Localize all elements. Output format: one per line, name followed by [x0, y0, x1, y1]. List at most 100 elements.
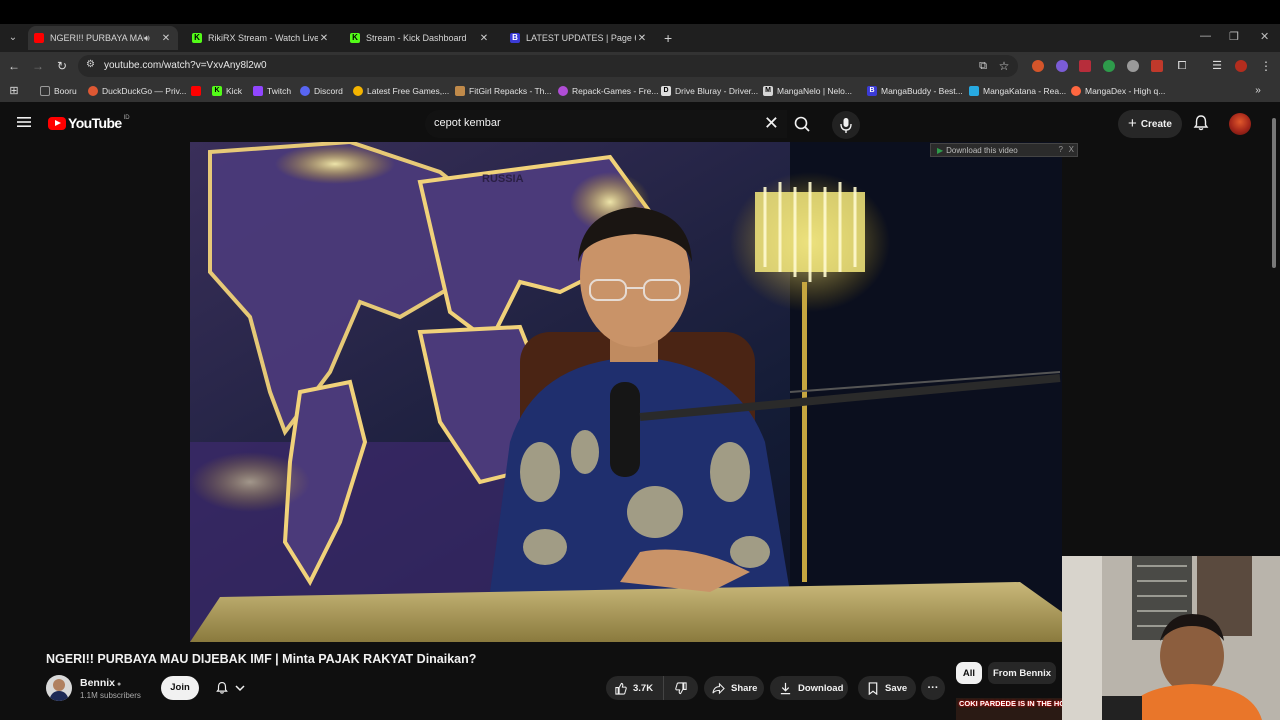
page-scrollbar[interactable]: [1272, 118, 1276, 268]
map-label-russia: RUSSIA: [482, 173, 524, 185]
bookmark-item[interactable]: M MangaNelo | Nelo...: [763, 84, 852, 98]
reload-icon[interactable]: ↻: [54, 58, 70, 74]
verified-check-icon: ●: [117, 681, 122, 688]
microphone-icon[interactable]: [832, 111, 860, 139]
drive-icon: D: [661, 86, 671, 96]
youtube-logo[interactable]: YouTube ID: [48, 115, 130, 131]
video-title: NGERI!! PURBAYA MAU DIJEBAK IMF | Minta …: [46, 652, 477, 666]
twitch-icon: [253, 86, 263, 96]
bookmark-item[interactable]: DuckDuckGo — Priv...: [88, 84, 186, 98]
share-button[interactable]: Share: [704, 676, 764, 700]
puzzle-icon[interactable]: ⧠: [1174, 58, 1190, 74]
extension-icon[interactable]: [1056, 60, 1068, 72]
apps-grid-icon[interactable]: ⊞: [6, 83, 22, 99]
like-button[interactable]: 3.7K: [606, 676, 664, 700]
bookmark-star-icon[interactable]: ☆: [996, 58, 1012, 74]
create-button[interactable]: + Create: [1118, 110, 1182, 138]
youtube-icon: [34, 33, 44, 43]
share-arrow-icon: [712, 682, 725, 694]
site-info-icon[interactable]: ⚙: [86, 59, 95, 70]
hamburger-menu-icon[interactable]: [16, 114, 32, 130]
tab-close-icon[interactable]: ✕: [318, 33, 330, 44]
back-icon[interactable]: ←: [6, 58, 22, 74]
bookmark-item[interactable]: Discord: [300, 84, 343, 98]
mangadex-icon: [1071, 86, 1081, 96]
bookmark-icon: [868, 681, 878, 695]
profile-icon[interactable]: [1235, 60, 1247, 72]
kick-icon: K: [192, 33, 202, 43]
url-text[interactable]: youtube.com/watch?v=VxvAny8l2w0: [104, 60, 267, 71]
bookmark-item[interactable]: Twitch: [253, 84, 291, 98]
chip-from-channel[interactable]: From Bennix: [988, 662, 1056, 684]
speaker-icon[interactable]: 🔊︎: [144, 33, 156, 44]
subscription-bell-button[interactable]: [208, 676, 252, 700]
tab-close-icon[interactable]: ✕: [636, 33, 648, 44]
forward-icon[interactable]: →: [30, 58, 46, 74]
download-button[interactable]: Download: [770, 676, 848, 700]
minimize-icon[interactable]: —: [1200, 30, 1211, 42]
chip-all[interactable]: All: [956, 662, 982, 684]
tab-latest-updates[interactable]: B LATEST UPDATES | Page 6 | Mar ✕: [504, 26, 654, 50]
video-player[interactable]: RUSSIA: [190, 142, 1062, 642]
more-actions-button[interactable]: ···: [921, 676, 945, 700]
tab-close-icon[interactable]: ✕: [160, 33, 172, 44]
tab-title: NGERI!! PURBAYA MAU DIJE: [50, 33, 144, 43]
recommended-video-thumbnail[interactable]: COKI PARDEDE IS IN THE HOUSE: [956, 698, 1062, 720]
bookmark-item[interactable]: B MangaBuddy - Best...: [867, 84, 963, 98]
mangakatana-icon: [969, 86, 979, 96]
menu-kebab-icon[interactable]: ⋮: [1258, 58, 1274, 74]
bookmark-item[interactable]: MangaDex - High q...: [1071, 84, 1165, 98]
plus-icon: +: [1128, 114, 1137, 132]
bookmark-item[interactable]: D Drive Bluray - Driver...: [661, 84, 758, 98]
address-toolbar: ← → ↻ ⚙ youtube.com/watch?v=VxvAny8l2w0 …: [0, 52, 1280, 80]
tab-rikirx-stream[interactable]: K RikiRX Stream - Watch Live on I ✕: [186, 26, 336, 50]
reading-list-icon[interactable]: ☰: [1209, 58, 1225, 74]
extension-icon[interactable]: [1079, 60, 1091, 72]
address-bar[interactable]: ⚙ youtube.com/watch?v=VxvAny8l2w0: [78, 55, 1018, 77]
youtube-play-icon: [48, 116, 66, 130]
kick-icon: K: [350, 33, 360, 43]
search-input[interactable]: cepot kembar ✕: [425, 110, 787, 138]
tab-kick-dashboard[interactable]: K Stream - Kick Dashboard ✕: [344, 26, 496, 50]
join-button[interactable]: Join: [161, 676, 199, 700]
repack-icon: [558, 86, 568, 96]
restore-icon[interactable]: ❐: [1229, 30, 1239, 43]
clear-search-icon[interactable]: ✕: [764, 113, 779, 133]
download-video-overlay[interactable]: ▶ Download this video ? X: [930, 143, 1078, 157]
channel-name[interactable]: Bennix ●: [80, 677, 121, 689]
game-icon: [353, 86, 363, 96]
discord-icon: [300, 86, 310, 96]
account-avatar[interactable]: [1229, 113, 1251, 135]
bookmark-item[interactable]: Repack-Games - Fre...: [558, 84, 658, 98]
notifications-bell-icon[interactable]: [1192, 114, 1210, 132]
extension-icon[interactable]: [1032, 60, 1044, 72]
overlay-close-button[interactable]: X: [1069, 145, 1074, 154]
video-frame: RUSSIA: [190, 142, 1062, 642]
window-close-icon[interactable]: ✕: [1260, 30, 1269, 43]
extension-icon[interactable]: [1151, 60, 1163, 72]
bookmark-item[interactable]: FitGirl Repacks - Th...: [455, 84, 552, 98]
bookmark-item[interactable]: Booru: [40, 84, 77, 98]
bookmark-item[interactable]: MangaKatana - Rea...: [969, 84, 1066, 98]
channel-avatar[interactable]: [46, 675, 72, 701]
bookmark-item[interactable]: [191, 84, 205, 98]
duckduckgo-icon: [88, 86, 98, 96]
more-bookmarks-icon[interactable]: »: [1250, 83, 1266, 99]
new-tab-button[interactable]: +: [664, 30, 672, 46]
bookmark-item[interactable]: Latest Free Games,...: [353, 84, 449, 98]
search-icon[interactable]: [787, 110, 817, 138]
install-app-icon[interactable]: ⧉: [975, 58, 991, 74]
overlay-help-button[interactable]: ?: [1059, 145, 1063, 154]
save-button[interactable]: Save: [858, 676, 916, 700]
extension-icon[interactable]: [1127, 60, 1139, 72]
tab-youtube-video[interactable]: NGERI!! PURBAYA MAU DIJE 🔊︎ ✕: [28, 26, 178, 50]
bookmark-item[interactable]: K Kick: [212, 84, 242, 98]
manganelo-icon: M: [763, 86, 773, 96]
webcam-overlay: [1062, 556, 1280, 720]
tab-close-icon[interactable]: ✕: [478, 33, 490, 44]
tab-search-button[interactable]: ⌄: [4, 30, 22, 46]
extension-icon[interactable]: [1103, 60, 1115, 72]
youtube-icon: [191, 86, 201, 96]
dislike-button[interactable]: [664, 676, 698, 700]
bell-icon: [216, 681, 228, 694]
